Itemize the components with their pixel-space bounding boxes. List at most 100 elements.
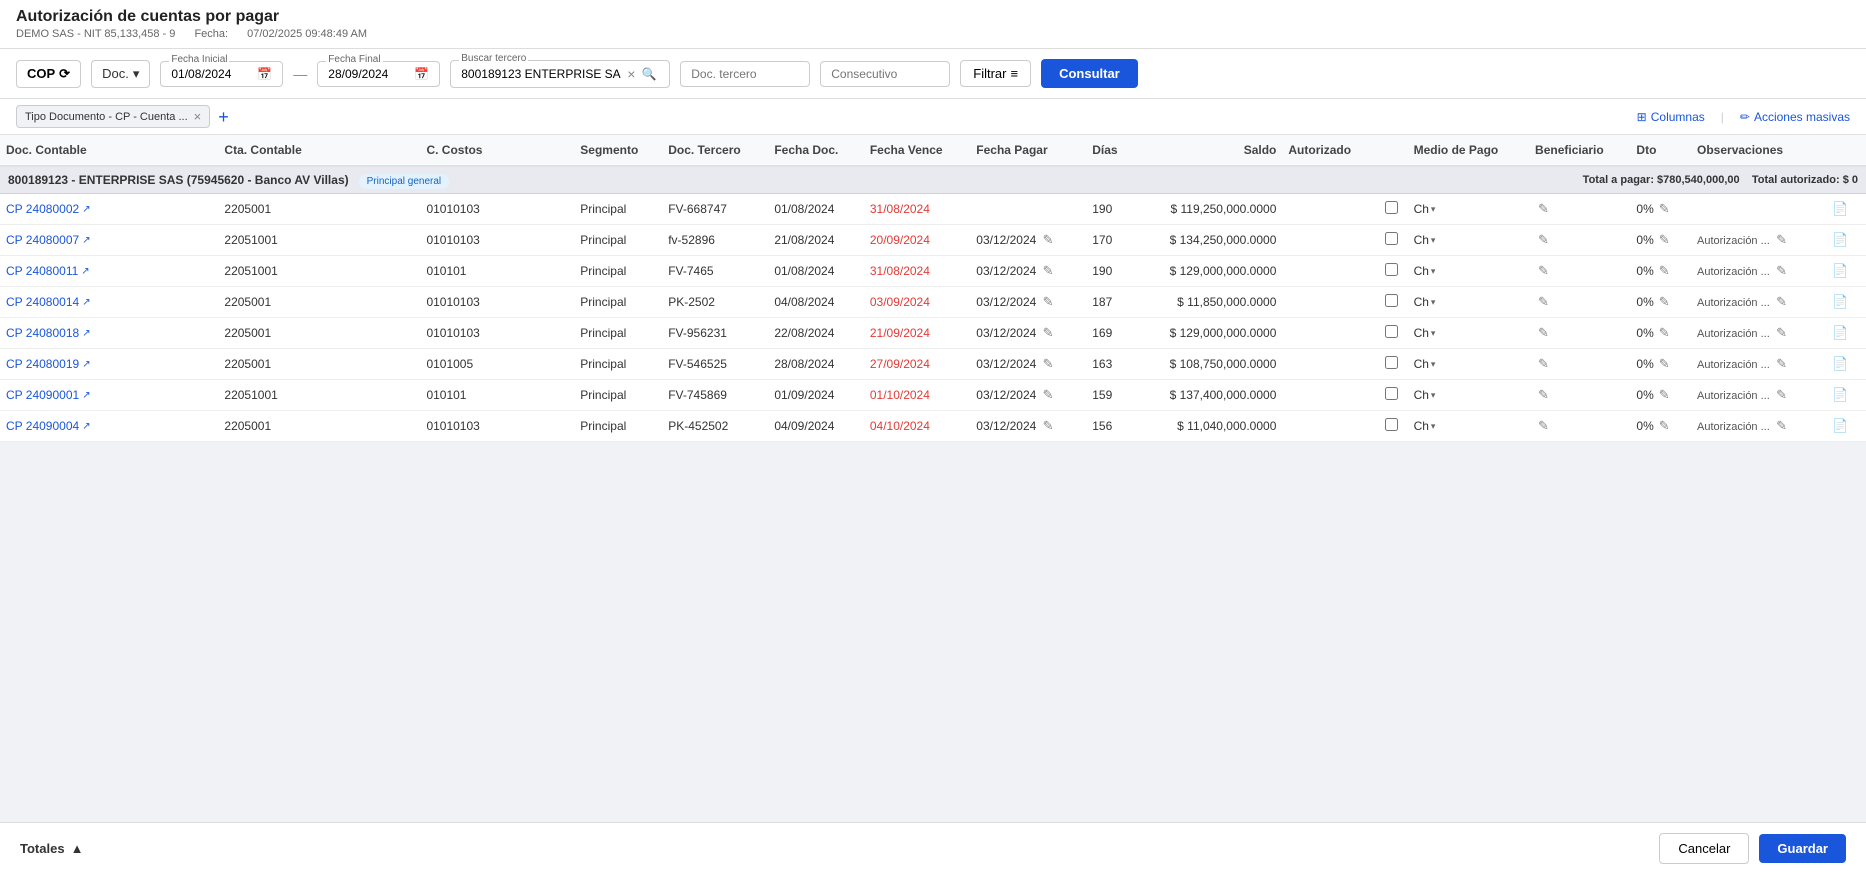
edit-fecha-pagar-button[interactable]: ✎ — [1040, 355, 1057, 373]
doc-link[interactable]: CP 24080018 ↗ — [6, 326, 212, 340]
edit-observaciones-button[interactable]: ✎ — [1773, 231, 1790, 249]
autorizado-checkbox[interactable] — [1385, 356, 1398, 369]
edit-dto-button[interactable]: ✎ — [1656, 417, 1673, 435]
currency-button[interactable]: COP ⟳ — [16, 60, 81, 88]
doc-link[interactable]: CP 24090001 ↗ — [6, 388, 212, 402]
col-segmento: Segmento — [574, 135, 662, 166]
calendar-icon-end[interactable]: 📅 — [414, 67, 429, 81]
edit-dto-button[interactable]: ✎ — [1656, 386, 1673, 404]
edit-observaciones-button[interactable]: ✎ — [1773, 324, 1790, 342]
medio-pago-value: Ch — [1414, 264, 1429, 278]
edit-dto-button[interactable]: ✎ — [1656, 262, 1673, 280]
edit-fecha-pagar-button[interactable]: ✎ — [1040, 417, 1057, 435]
edit-observaciones-button[interactable]: ✎ — [1773, 386, 1790, 404]
edit-observaciones-button[interactable]: ✎ — [1773, 355, 1790, 373]
edit-beneficiario-button[interactable]: ✎ — [1535, 231, 1552, 249]
edit-dto-button[interactable]: ✎ — [1656, 231, 1673, 249]
autorizado-checkbox[interactable] — [1385, 294, 1398, 307]
dto-value: 0% — [1636, 326, 1653, 340]
edit-observaciones-button[interactable]: ✎ — [1773, 417, 1790, 435]
edit-dto-button[interactable]: ✎ — [1656, 324, 1673, 342]
main-table: Doc. Contable Cta. Contable C. Costos Se… — [0, 135, 1866, 442]
edit-dto-button[interactable]: ✎ — [1656, 293, 1673, 311]
autorizado-checkbox[interactable] — [1385, 418, 1398, 431]
remove-filter-tag-button[interactable]: × — [194, 109, 202, 124]
edit-fecha-pagar-button[interactable]: ✎ — [1040, 386, 1057, 404]
columns-icon: ⊞ — [1637, 110, 1647, 124]
edit-beneficiario-button[interactable]: ✎ — [1535, 293, 1552, 311]
doc-selector[interactable]: Doc. ▾ — [91, 60, 150, 88]
row-document-button[interactable]: 📄 — [1829, 231, 1851, 249]
edit-beneficiario-button[interactable]: ✎ — [1535, 200, 1552, 218]
autorizado-checkbox[interactable] — [1385, 232, 1398, 245]
cell-beneficiario: ✎ — [1529, 380, 1630, 411]
cell-costos: 010101 — [420, 256, 574, 287]
fecha-inicial-input[interactable] — [171, 67, 251, 81]
calendar-icon[interactable]: 📅 — [257, 67, 272, 81]
autorizado-checkbox[interactable] — [1385, 263, 1398, 276]
fecha-vence-value: 27/09/2024 — [870, 357, 930, 371]
cell-beneficiario: ✎ — [1529, 411, 1630, 442]
table-row: CP 24090004 ↗ 2205001 01010103 Principal… — [0, 411, 1866, 442]
cell-cta: 22051001 — [218, 256, 420, 287]
cancelar-button[interactable]: Cancelar — [1659, 833, 1749, 864]
doc-link[interactable]: CP 24080007 ↗ — [6, 233, 212, 247]
consultar-button[interactable]: Consultar — [1041, 59, 1138, 88]
edit-fecha-pagar-button[interactable]: ✎ — [1040, 293, 1057, 311]
edit-beneficiario-button[interactable]: ✎ — [1535, 386, 1552, 404]
doc-tercero-input[interactable] — [680, 61, 810, 87]
doc-link[interactable]: CP 24090004 ↗ — [6, 419, 212, 433]
add-filter-button[interactable]: + — [218, 108, 229, 126]
mass-actions-button[interactable]: ✏ Acciones masivas — [1740, 110, 1850, 124]
autorizado-checkbox[interactable] — [1385, 325, 1398, 338]
doc-link[interactable]: CP 24080014 ↗ — [6, 295, 212, 309]
autorizado-checkbox[interactable] — [1385, 387, 1398, 400]
row-document-button[interactable]: 📄 — [1829, 386, 1851, 404]
cell-fecha-vence: 31/08/2024 — [864, 256, 970, 287]
fecha-final-input[interactable] — [328, 67, 408, 81]
observaciones-value: Autorización ... — [1697, 328, 1770, 340]
row-document-button[interactable]: 📄 — [1829, 262, 1851, 280]
guardar-button[interactable]: Guardar — [1759, 834, 1846, 863]
edit-fecha-pagar-button[interactable]: ✎ — [1040, 262, 1057, 280]
cell-check — [1376, 380, 1407, 411]
row-document-button[interactable]: 📄 — [1829, 355, 1851, 373]
totales-button[interactable]: Totales ▲ — [20, 841, 83, 856]
table-row: CP 24080002 ↗ 2205001 01010103 Principal… — [0, 194, 1866, 225]
row-document-button[interactable]: 📄 — [1829, 200, 1851, 218]
filter-button[interactable]: Filtrar ≡ — [960, 60, 1031, 87]
doc-link[interactable]: CP 24080019 ↗ — [6, 357, 212, 371]
cell-fecha-vence: 20/09/2024 — [864, 225, 970, 256]
edit-observaciones-button[interactable]: ✎ — [1773, 293, 1790, 311]
row-document-button[interactable]: 📄 — [1829, 324, 1851, 342]
edit-beneficiario-button[interactable]: ✎ — [1535, 262, 1552, 280]
medio-pago-value: Ch — [1414, 419, 1429, 433]
edit-observaciones-button[interactable]: ✎ — [1773, 262, 1790, 280]
doc-number: CP 24080014 — [6, 295, 79, 309]
edit-beneficiario-button[interactable]: ✎ — [1535, 355, 1552, 373]
autorizado-checkbox[interactable] — [1385, 201, 1398, 214]
edit-dto-button[interactable]: ✎ — [1656, 355, 1673, 373]
edit-fecha-pagar-button[interactable]: ✎ — [1040, 231, 1057, 249]
columns-button[interactable]: ⊞ Columnas — [1637, 110, 1705, 124]
sync-icon[interactable]: ⟳ — [59, 66, 70, 82]
medio-pago-value: Ch — [1414, 295, 1429, 309]
edit-dto-button[interactable]: ✎ — [1656, 200, 1673, 218]
edit-fecha-pagar-button[interactable]: ✎ — [1040, 324, 1057, 342]
doc-link[interactable]: CP 24080011 ↗ — [6, 264, 212, 278]
medio-pago-value: Ch — [1414, 202, 1429, 216]
cell-autorizado — [1282, 380, 1376, 411]
edit-beneficiario-button[interactable]: ✎ — [1535, 417, 1552, 435]
clear-tercero-button[interactable]: × — [627, 66, 635, 82]
buscar-tercero-input[interactable] — [461, 67, 621, 81]
row-document-button[interactable]: 📄 — [1829, 293, 1851, 311]
doc-link[interactable]: CP 24080002 ↗ — [6, 202, 212, 216]
chevron-down-icon: ▾ — [1431, 297, 1436, 308]
cell-segmento: Principal — [574, 349, 662, 380]
edit-beneficiario-button[interactable]: ✎ — [1535, 324, 1552, 342]
row-document-button[interactable]: 📄 — [1829, 417, 1851, 435]
consecutivo-input[interactable] — [820, 61, 950, 87]
search-icon[interactable]: 🔍 — [641, 67, 656, 81]
cell-doc-tercero: FV-546525 — [662, 349, 768, 380]
cell-doc: CP 24080018 ↗ — [0, 318, 218, 349]
